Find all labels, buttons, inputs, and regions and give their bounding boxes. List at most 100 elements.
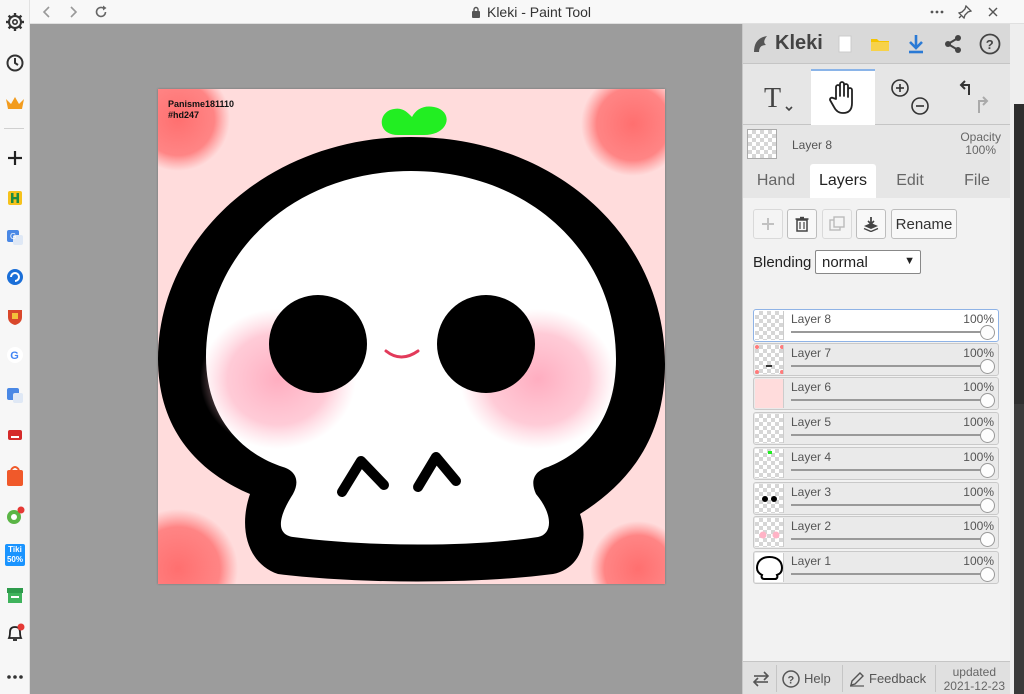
layer-opacity-slider[interactable]	[791, 538, 986, 540]
slider-handle[interactable]	[980, 532, 995, 547]
help-button[interactable]: ? Help	[782, 662, 831, 694]
slider-handle[interactable]	[980, 428, 995, 443]
blending-select[interactable]: normal ▼	[815, 250, 921, 274]
layer-opacity-slider[interactable]	[791, 399, 986, 401]
text-tool-icon: T	[764, 83, 793, 114]
layer-opacity-slider[interactable]	[791, 434, 986, 436]
gear-icon[interactable]	[0, 9, 30, 35]
layer-opacity: 100%	[963, 346, 994, 360]
layer-row[interactable]: Layer 7 100%	[753, 343, 999, 376]
trash-icon	[795, 216, 809, 232]
layer-thumbnail	[755, 449, 784, 478]
svg-text:T: T	[764, 83, 781, 114]
text-tool-button[interactable]: T	[743, 69, 809, 125]
canvas-workspace[interactable]: Panisme181110 #hd247	[30, 24, 742, 694]
layer-row[interactable]: Layer 6 100%	[753, 377, 999, 410]
layer-opacity-slider[interactable]	[791, 469, 986, 471]
tiki-icon[interactable]: Tiki 50%	[0, 542, 30, 568]
folder-icon[interactable]	[868, 32, 892, 56]
layer-row[interactable]: Layer 8 100%	[753, 309, 999, 342]
shopee-icon[interactable]	[0, 463, 30, 489]
slider-handle[interactable]	[980, 359, 995, 374]
kleki-logo-icon	[754, 35, 767, 52]
zoom-in-icon[interactable]	[891, 79, 909, 97]
slider-handle[interactable]	[980, 325, 995, 340]
updated-date: 2021-12-23	[943, 679, 1005, 693]
current-layer-strip: Layer 8 Opacity 100%	[743, 125, 1011, 163]
green-app-icon[interactable]	[0, 503, 30, 529]
layer-opacity: 100%	[963, 380, 994, 394]
layer-row[interactable]: Layer 1 100%	[753, 551, 999, 584]
undo-icon[interactable]	[959, 80, 970, 95]
add-layer-button[interactable]	[753, 209, 783, 239]
blending-label: Blending	[753, 254, 812, 271]
tiki-text: Tiki	[8, 545, 22, 554]
slider-handle[interactable]	[980, 463, 995, 478]
layer-opacity-slider[interactable]	[791, 573, 986, 575]
slider-handle[interactable]	[980, 393, 995, 408]
translate-icon-2[interactable]	[0, 382, 30, 408]
right-eye	[437, 295, 535, 393]
pin-icon[interactable]	[954, 0, 976, 24]
canvas-signature: Panisme181110 #hd247	[168, 99, 234, 121]
bell-icon[interactable]	[0, 620, 30, 646]
tab-hand[interactable]: Hand	[743, 164, 809, 198]
add-icon[interactable]	[0, 145, 30, 171]
shield-app-icon[interactable]	[0, 304, 30, 330]
slider-handle[interactable]	[980, 498, 995, 513]
download-icon[interactable]	[904, 32, 928, 56]
svg-text:?: ?	[986, 37, 994, 52]
layer-opacity-slider[interactable]	[791, 504, 986, 506]
layer-thumbnail	[755, 414, 784, 443]
help-circle-icon[interactable]: ?	[978, 32, 1002, 56]
plus-icon	[762, 218, 774, 230]
swap-sides-icon[interactable]	[751, 662, 771, 694]
layer-opacity-slider[interactable]	[791, 365, 986, 367]
google-icon[interactable]: G	[0, 342, 30, 368]
share-icon[interactable]	[941, 32, 965, 56]
history-icon[interactable]	[0, 50, 30, 76]
tab-file[interactable]: File	[944, 164, 1010, 198]
corner-blob	[581, 89, 665, 176]
layer-row[interactable]: Layer 2 100%	[753, 516, 999, 549]
layer-row[interactable]: Layer 3 100%	[753, 482, 999, 515]
translate-icon[interactable]: G	[0, 224, 30, 250]
layer-name: Layer 5	[791, 415, 832, 429]
zoom-controls	[881, 69, 939, 125]
drawing-canvas[interactable]: Panisme181110 #hd247	[158, 89, 665, 584]
refresh-app-icon[interactable]	[0, 264, 30, 290]
redo-icon[interactable]	[978, 96, 989, 113]
kleki-logo[interactable]: Kleki	[751, 32, 823, 55]
layer-opacity: 100%	[963, 415, 994, 429]
new-file-icon[interactable]	[833, 32, 857, 56]
more-options-icon[interactable]	[926, 0, 948, 24]
duplicate-layer-button[interactable]	[822, 209, 852, 239]
delete-layer-button[interactable]	[787, 209, 817, 239]
red-app-icon[interactable]	[0, 422, 30, 448]
hand-tool-button[interactable]	[811, 69, 875, 125]
more-icon[interactable]	[0, 664, 30, 690]
slider-handle[interactable]	[980, 567, 995, 582]
tab-edit[interactable]: Edit	[877, 164, 943, 198]
close-icon[interactable]	[982, 0, 1004, 24]
h-app-icon[interactable]	[0, 185, 30, 211]
layer-opacity: 100%	[963, 312, 994, 326]
tab-layers[interactable]: Layers	[810, 164, 876, 198]
merge-down-button[interactable]	[856, 209, 886, 239]
layer-thumbnail	[755, 379, 784, 408]
layer-opacity-slider[interactable]	[791, 331, 986, 333]
rename-layer-button[interactable]: Rename	[891, 209, 957, 239]
zoom-out-icon[interactable]	[911, 97, 929, 115]
feedback-button[interactable]: Feedback	[849, 662, 926, 694]
undo-redo-controls	[943, 69, 1005, 125]
layer-name: Layer 3	[791, 485, 832, 499]
layer-row[interactable]: Layer 5 100%	[753, 412, 999, 445]
layer-opacity: 100%	[963, 450, 994, 464]
layer-row[interactable]: Layer 4 100%	[753, 447, 999, 480]
store-icon[interactable]	[0, 582, 30, 608]
chevron-down-icon: ▼	[904, 255, 915, 267]
footer-divider	[842, 665, 843, 692]
crown-icon[interactable]	[0, 90, 30, 116]
feedback-label: Feedback	[869, 671, 927, 686]
corner-blob	[590, 521, 665, 584]
